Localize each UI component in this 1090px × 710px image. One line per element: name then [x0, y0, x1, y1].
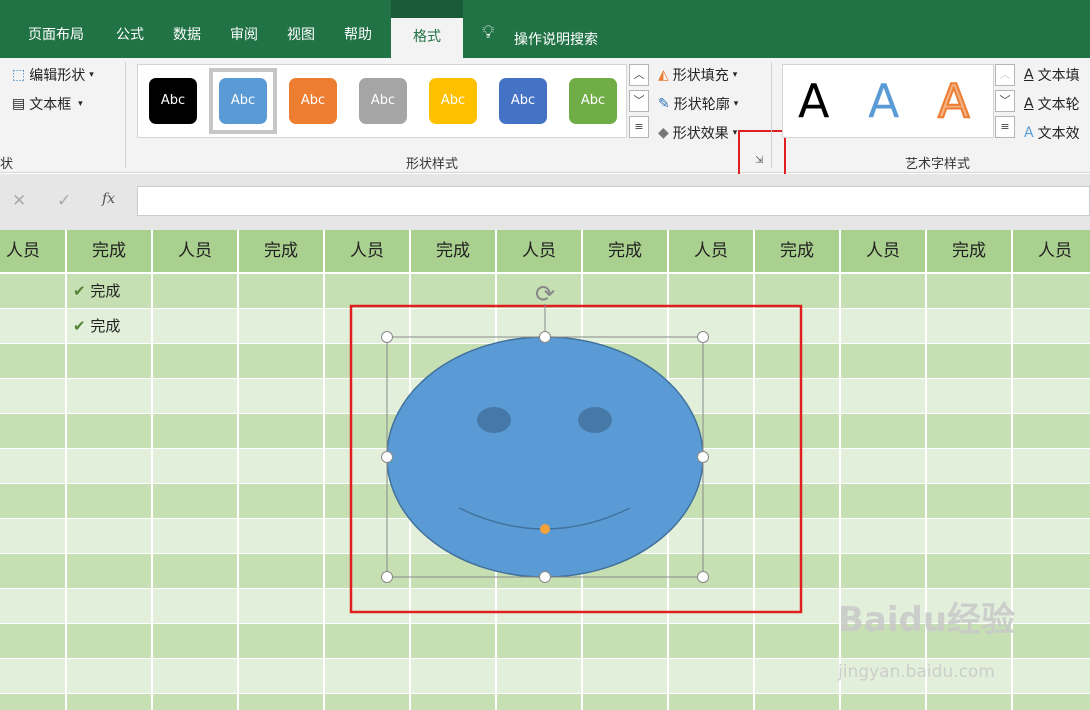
- smiley-face-shape: [386, 336, 704, 578]
- resize-handle[interactable]: [697, 331, 709, 343]
- adjust-handle: [540, 524, 550, 534]
- resize-handle[interactable]: [539, 331, 551, 343]
- resize-handle[interactable]: [381, 331, 393, 343]
- resize-handle[interactable]: [381, 451, 393, 463]
- rotate-handle-icon: ⟳: [535, 280, 555, 308]
- resize-handle[interactable]: [697, 451, 709, 463]
- smiley-right-eye: [578, 407, 612, 433]
- resize-handle[interactable]: [381, 571, 393, 583]
- smiley-left-eye: [477, 407, 511, 433]
- watermark-url: jingyan.baidu.com: [838, 662, 995, 682]
- watermark-logo: Baidu经验: [838, 600, 1016, 640]
- resize-handle[interactable]: [697, 571, 709, 583]
- resize-handle[interactable]: [539, 571, 551, 583]
